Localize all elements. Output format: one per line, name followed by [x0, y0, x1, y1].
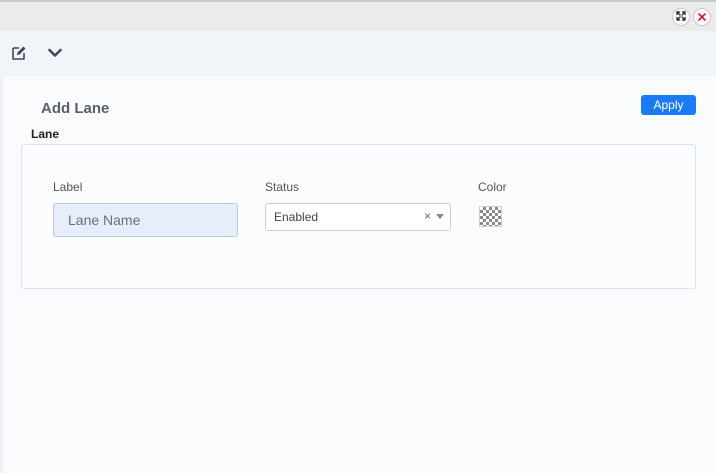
expand-arrows-icon [676, 8, 686, 26]
caret-down-icon[interactable] [436, 214, 444, 219]
lane-fieldset: Label Status Color Enabled × [21, 144, 696, 289]
lane-name-input[interactable] [53, 203, 238, 237]
expand-button[interactable] [672, 8, 690, 26]
clear-icon[interactable]: × [424, 209, 431, 223]
toolbar [0, 31, 716, 75]
panel-title: Add Lane [41, 100, 110, 117]
add-lane-panel: Add Lane Apply Lane Label Status Color E… [3, 76, 716, 473]
title-bar [0, 0, 716, 31]
apply-button[interactable]: Apply [641, 95, 696, 115]
edit-icon[interactable] [9, 43, 29, 63]
app-window: Add Lane Apply Lane Label Status Color E… [0, 0, 716, 473]
close-x-icon [698, 8, 706, 26]
status-selected-value: Enabled [274, 210, 319, 224]
section-label: Lane [31, 127, 60, 141]
close-button[interactable] [693, 8, 711, 26]
status-field-label: Status [265, 180, 300, 194]
label-field-label: Label [53, 180, 83, 194]
color-swatch[interactable] [479, 206, 502, 227]
color-field-label: Color [478, 180, 507, 194]
status-select[interactable]: Enabled × [265, 203, 451, 231]
chevron-down-icon[interactable] [45, 43, 65, 63]
